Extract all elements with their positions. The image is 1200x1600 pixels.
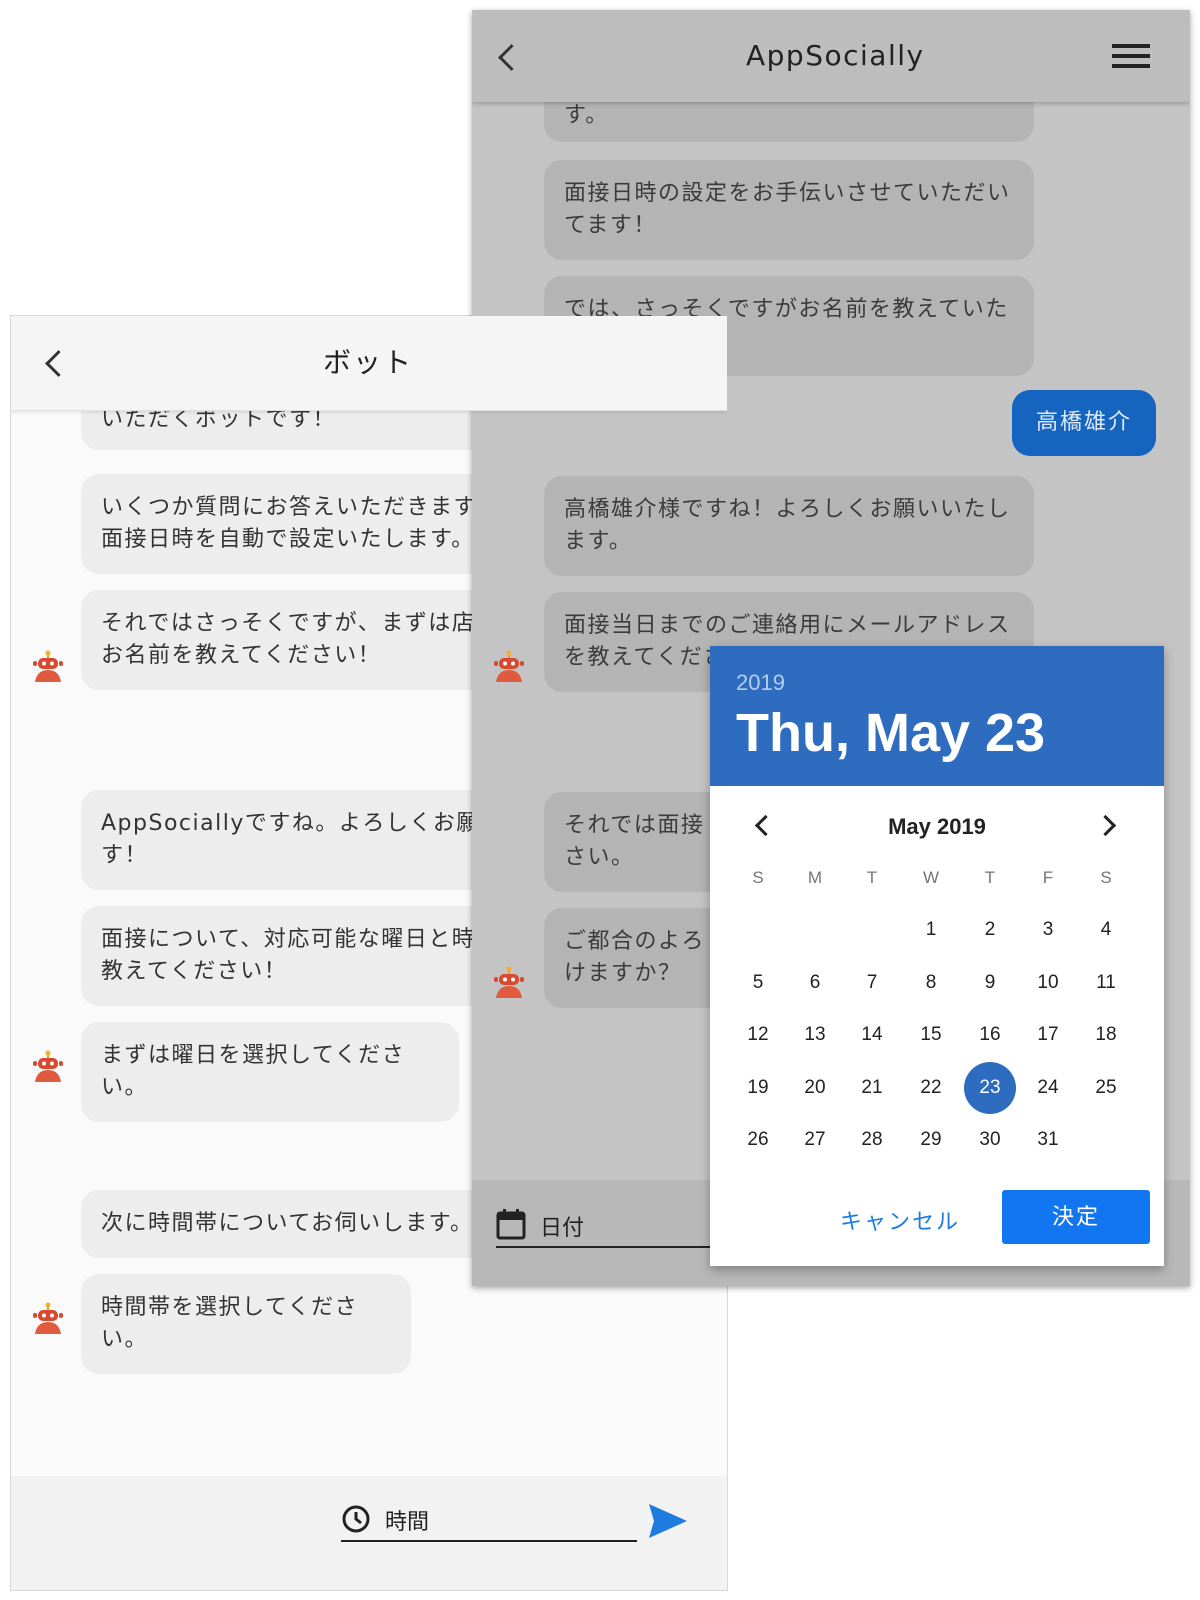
back-chevron-icon[interactable] — [498, 44, 525, 71]
calendar-day[interactable]: 13 — [789, 1009, 841, 1061]
date-input-label: 日付 — [540, 1216, 585, 1241]
calendar-day[interactable]: 15 — [905, 1009, 957, 1061]
date-picker-dialog: 2019 Thu, May 23 May 2019 SMTWTFS 123456… — [710, 646, 1164, 1266]
calendar-day[interactable]: 8 — [905, 957, 957, 1009]
date-picker-header: 2019 Thu, May 23 — [710, 646, 1164, 786]
calendar-day[interactable]: 31 — [1022, 1114, 1074, 1166]
calendar-day[interactable]: 10 — [1022, 957, 1074, 1009]
picker-selected-date: Thu, May 23 — [736, 703, 1046, 763]
appsocially-header: AppSocially — [472, 10, 1190, 102]
weekday-label: T — [984, 868, 996, 887]
calendar-icon — [496, 1209, 526, 1240]
weekday-label: W — [922, 868, 940, 887]
calendar-day[interactable]: 14 — [846, 1009, 898, 1061]
back-chevron-icon[interactable] — [45, 350, 72, 377]
calendar-day[interactable]: 6 — [789, 957, 841, 1009]
calendar-day[interactable]: 19 — [732, 1062, 784, 1114]
bot-avatar-icon — [31, 1050, 65, 1084]
user-message: 高橋雄介 — [1012, 390, 1156, 456]
bot-message: 面接日時の設定をお手伝いさせていただい てます！ — [544, 160, 1034, 260]
calendar-day[interactable]: 27 — [789, 1114, 841, 1166]
calendar-day[interactable]: 21 — [846, 1062, 898, 1114]
picker-year[interactable]: 2019 — [736, 670, 785, 696]
bot-message: まずは曜日を選択してください。 — [81, 1022, 459, 1122]
calendar-day[interactable]: 28 — [846, 1114, 898, 1166]
calendar-day[interactable]: 5 — [732, 957, 784, 1009]
send-icon[interactable] — [647, 1502, 689, 1540]
bot-avatar-icon — [31, 650, 65, 684]
page-title: ボット — [323, 346, 414, 379]
calendar-day[interactable]: 12 — [732, 1009, 784, 1061]
clock-icon — [342, 1505, 370, 1533]
menu-icon[interactable] — [1112, 44, 1150, 68]
calendar-day[interactable]: 3 — [1022, 904, 1074, 956]
weekday-label: S — [752, 868, 764, 887]
calendar-day[interactable]: 30 — [964, 1114, 1016, 1166]
time-input-bar: 時間 — [11, 1476, 727, 1590]
bot-chat-header: ボット — [11, 316, 727, 411]
weekday-label: T — [866, 868, 878, 887]
calendar-day[interactable]: 16 — [964, 1009, 1016, 1061]
calendar-day[interactable]: 4 — [1080, 904, 1132, 956]
ok-button[interactable]: 決定 — [1002, 1190, 1150, 1244]
appsocially-chat-screen: AppSocially す。 面接日時の設定をお手伝いさせていただい てます！ … — [472, 10, 1190, 1286]
weekday-label: S — [1100, 868, 1112, 887]
bot-avatar-icon — [492, 650, 526, 684]
bot-message: 高橋雄介様ですね！よろしくお願いいたし ます。 — [544, 476, 1034, 576]
calendar-day[interactable]: 22 — [905, 1062, 957, 1114]
time-input-label: 時間 — [385, 1510, 430, 1535]
calendar-day[interactable]: 29 — [905, 1114, 957, 1166]
calendar-day[interactable]: 25 — [1080, 1062, 1132, 1114]
bot-avatar-icon — [31, 1302, 65, 1336]
calendar-day[interactable]: 9 — [964, 957, 1016, 1009]
calendar-day[interactable]: 7 — [846, 957, 898, 1009]
weekday-label: F — [1042, 868, 1054, 887]
calendar-day-selected[interactable]: 23 — [964, 1061, 1016, 1114]
time-input-field[interactable]: 時間 — [341, 1500, 637, 1542]
bot-message: 時間帯を選択してください。 — [81, 1274, 411, 1374]
calendar-day[interactable]: 26 — [732, 1114, 784, 1166]
calendar-day[interactable]: 24 — [1022, 1062, 1074, 1114]
calendar-day[interactable]: 18 — [1080, 1009, 1132, 1061]
calendar-day[interactable]: 2 — [964, 904, 1016, 956]
cancel-button[interactable]: キャンセル — [840, 1204, 960, 1236]
bot-avatar-icon — [492, 966, 526, 1000]
page-title: AppSocially — [746, 39, 925, 72]
calendar-day[interactable]: 1 — [905, 904, 957, 956]
calendar-day[interactable]: 20 — [789, 1062, 841, 1114]
weekday-label: M — [807, 868, 823, 887]
calendar-day[interactable]: 17 — [1022, 1009, 1074, 1061]
calendar-day[interactable]: 11 — [1080, 957, 1132, 1009]
